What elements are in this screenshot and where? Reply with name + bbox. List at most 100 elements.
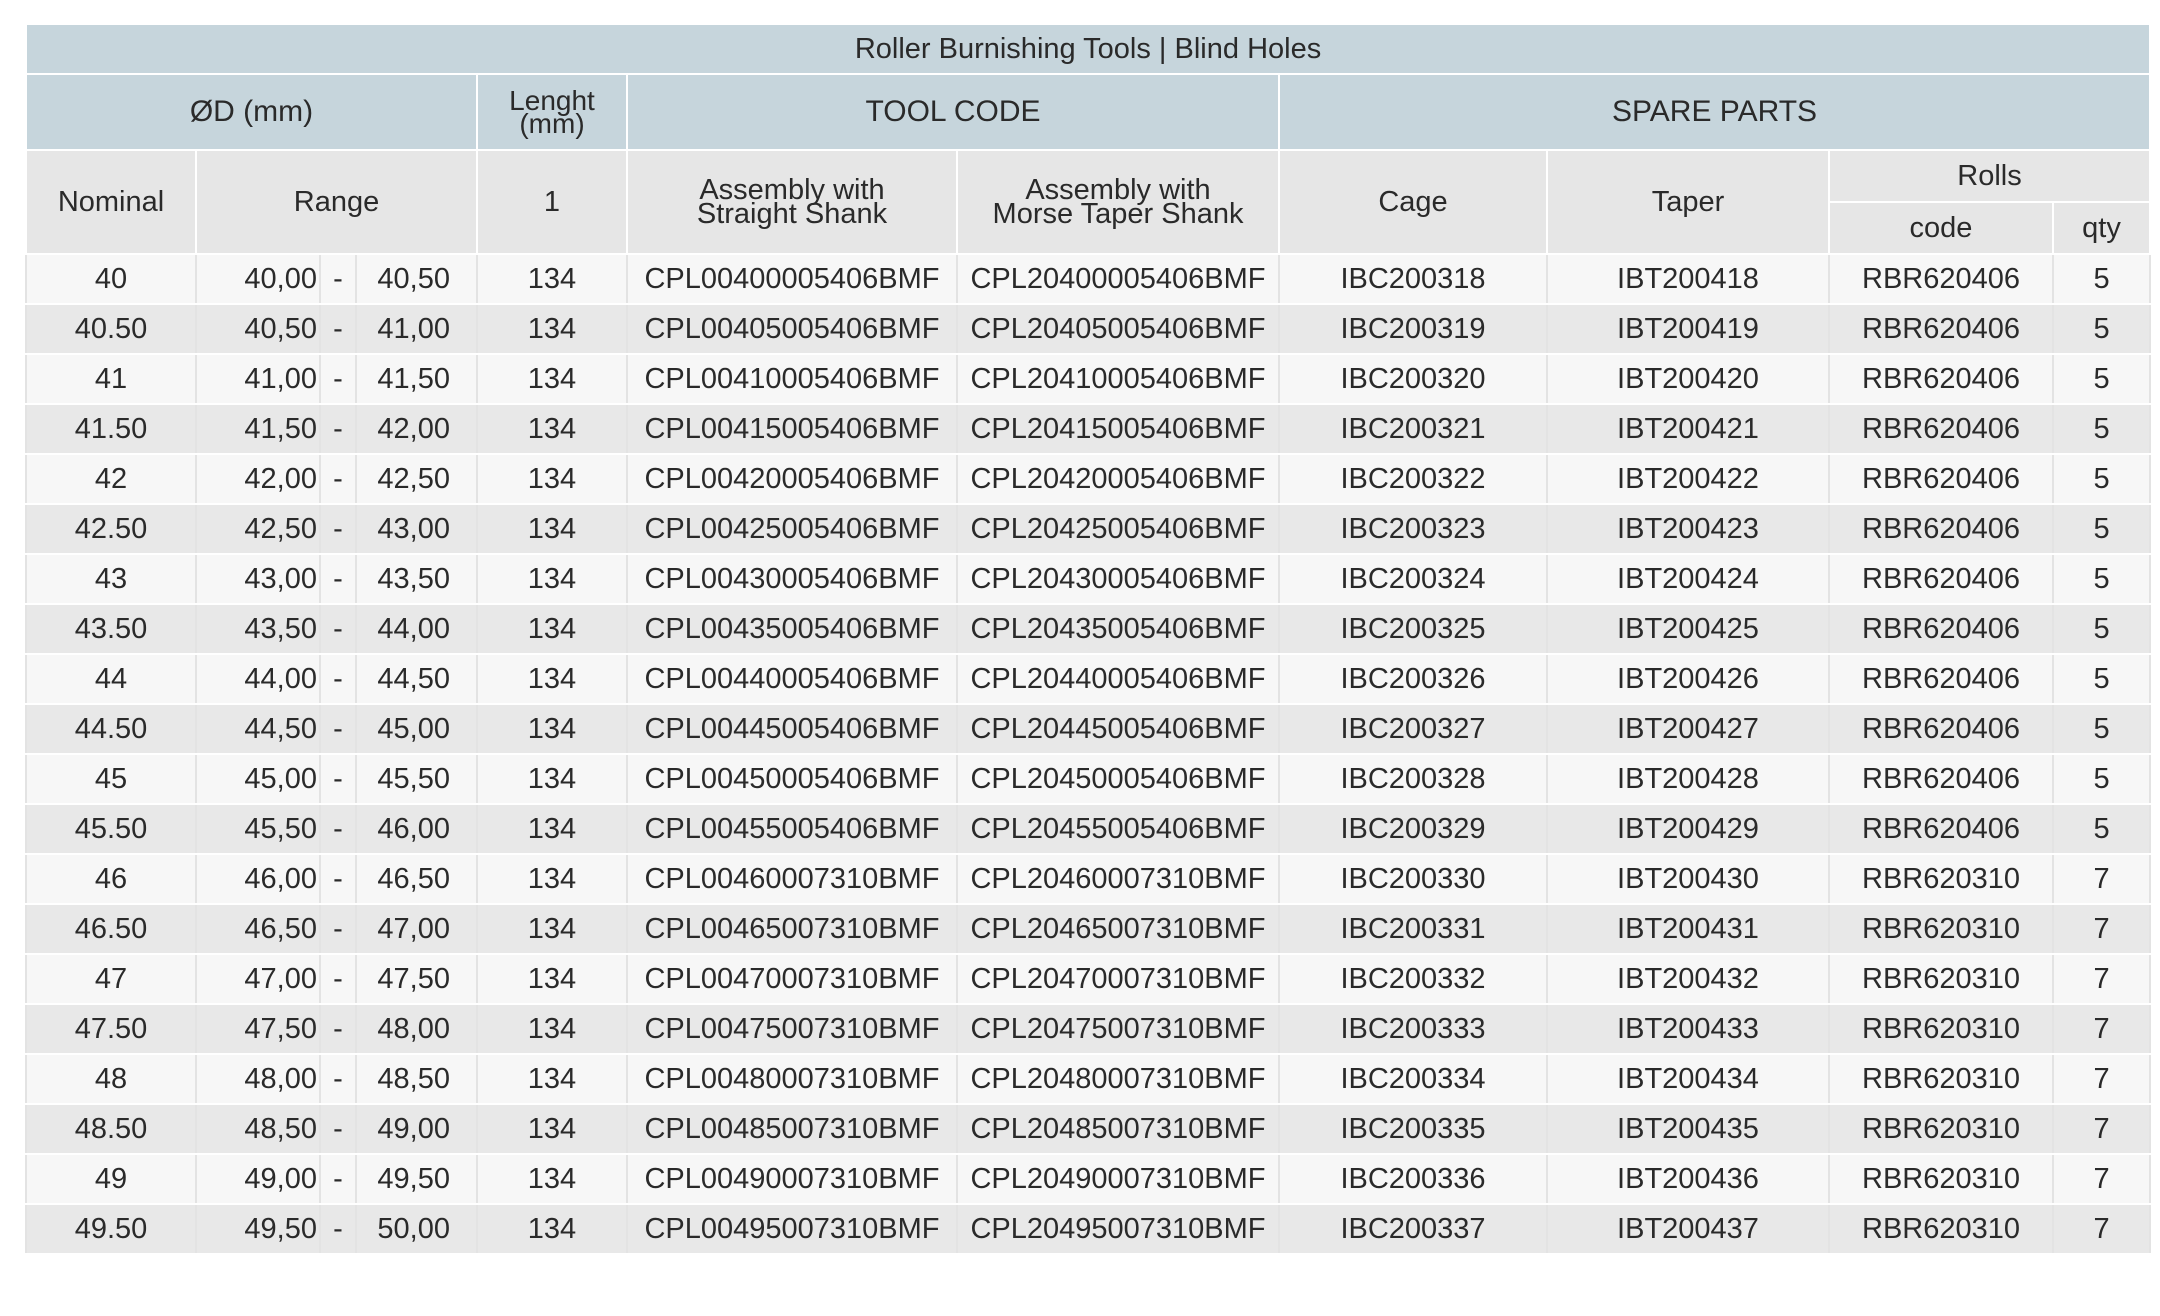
- table-row: 42 42,00 - 42,50 134 CPL00420005406BMF C…: [25, 453, 2152, 505]
- straight-shank-code-cell: CPL00490007310BMF: [626, 1153, 958, 1205]
- morse-taper-code-cell: CPL20420005406BMF: [956, 453, 1280, 505]
- table-title: Roller Burnishing Tools | Blind Holes: [24, 23, 2152, 75]
- roll-code-cell: RBR620406: [1828, 803, 2054, 855]
- straight-shank-code-cell: CPL00465007310BMF: [626, 903, 958, 955]
- table-row: 49 49,00 - 49,50 134 CPL00490007310BMF C…: [25, 1153, 2152, 1205]
- roll-qty-cell: 7: [2051, 903, 2152, 955]
- morse-taper-code-cell: CPL20460007310BMF: [956, 853, 1280, 905]
- range-dash-cell: -: [319, 903, 357, 955]
- straight-shank-code-cell: CPL00435005406BMF: [626, 603, 958, 655]
- straight-shank-code-cell: CPL00480007310BMF: [626, 1053, 958, 1105]
- range-max-cell: 44,50: [355, 653, 478, 705]
- straight-shank-code-cell: CPL00410005406BMF: [626, 353, 958, 405]
- morse-taper-code-cell: CPL20425005406BMF: [956, 503, 1280, 555]
- range-min-cell: 47,00: [195, 953, 321, 1005]
- range-min-cell: 42,00: [195, 453, 321, 505]
- roll-qty-cell: 7: [2051, 853, 2152, 905]
- table-row: 49.50 49,50 - 50,00 134 CPL00495007310BM…: [25, 1203, 2152, 1255]
- table-row: 42.50 42,50 - 43,00 134 CPL00425005406BM…: [25, 503, 2152, 555]
- table-row: 48 48,00 - 48,50 134 CPL00480007310BMF C…: [25, 1053, 2152, 1105]
- taper-code-cell: IBT200426: [1546, 653, 1830, 705]
- cage-code-cell: IBC200320: [1278, 353, 1548, 405]
- roll-qty-cell: 5: [2051, 603, 2152, 655]
- length-cell: 134: [476, 903, 628, 955]
- rolls-header: Rolls: [1827, 149, 2152, 203]
- nominal-cell: 42: [25, 453, 197, 505]
- straight-shank-header-line2: Straight Shank: [696, 198, 888, 230]
- roll-qty-cell: 5: [2051, 803, 2152, 855]
- taper-code-cell: IBT200420: [1546, 353, 1830, 405]
- taper-code-cell: IBT200418: [1546, 253, 1830, 305]
- table-body: 40 40,00 - 40,50 134 CPL00400005406BMF C…: [25, 253, 2152, 1255]
- morse-taper-code-cell: CPL20405005406BMF: [956, 303, 1280, 355]
- range-min-cell: 41,50: [195, 403, 321, 455]
- cage-code-cell: IBC200331: [1278, 903, 1548, 955]
- straight-shank-code-cell: CPL00405005406BMF: [626, 303, 958, 355]
- morse-taper-code-cell: CPL20470007310BMF: [956, 953, 1280, 1005]
- range-max-cell: 41,50: [355, 353, 478, 405]
- roll-code-cell: RBR620310: [1828, 1203, 2054, 1255]
- range-max-cell: 42,50: [355, 453, 478, 505]
- range-dash-cell: -: [319, 1153, 357, 1205]
- cage-code-cell: IBC200325: [1278, 603, 1548, 655]
- table-row: 47.50 47,50 - 48,00 134 CPL00475007310BM…: [25, 1003, 2152, 1055]
- cage-code-cell: IBC200321: [1278, 403, 1548, 455]
- taper-code-cell: IBT200424: [1546, 553, 1830, 605]
- length-cell: 134: [476, 603, 628, 655]
- morse-taper-code-cell: CPL20440005406BMF: [956, 653, 1280, 705]
- table-row: 47 47,00 - 47,50 134 CPL00470007310BMF C…: [25, 953, 2152, 1005]
- range-dash-cell: -: [319, 1053, 357, 1105]
- straight-shank-code-cell: CPL00440005406BMF: [626, 653, 958, 705]
- length-cell: 134: [476, 1153, 628, 1205]
- nominal-cell: 45.50: [25, 803, 197, 855]
- taper-code-cell: IBT200431: [1546, 903, 1830, 955]
- roll-qty-cell: 7: [2051, 1203, 2152, 1255]
- straight-shank-code-cell: CPL00470007310BMF: [626, 953, 958, 1005]
- morse-taper-code-cell: CPL20485007310BMF: [956, 1103, 1280, 1155]
- cage-code-cell: IBC200326: [1278, 653, 1548, 705]
- straight-shank-code-cell: CPL00415005406BMF: [626, 403, 958, 455]
- taper-code-cell: IBT200430: [1546, 853, 1830, 905]
- range-min-cell: 41,00: [195, 353, 321, 405]
- cage-code-cell: IBC200330: [1278, 853, 1548, 905]
- roll-qty-cell: 5: [2051, 553, 2152, 605]
- range-min-cell: 40,50: [195, 303, 321, 355]
- cage-code-cell: IBC200329: [1278, 803, 1548, 855]
- range-dash-cell: -: [319, 653, 357, 705]
- range-max-cell: 46,50: [355, 853, 478, 905]
- roll-code-cell: RBR620406: [1828, 603, 2054, 655]
- spec-table: Roller Burnishing Tools | Blind Holes ØD…: [24, 23, 2152, 1255]
- roll-code-cell: RBR620406: [1828, 703, 2054, 755]
- morse-taper-code-cell: CPL20400005406BMF: [956, 253, 1280, 305]
- roll-qty-cell: 5: [2051, 403, 2152, 455]
- taper-header: Taper: [1546, 149, 1830, 255]
- roll-code-cell: RBR620310: [1828, 953, 2054, 1005]
- range-header: Range: [195, 149, 478, 255]
- straight-shank-code-cell: CPL00430005406BMF: [626, 553, 958, 605]
- straight-shank-code-cell: CPL00475007310BMF: [626, 1003, 958, 1055]
- cage-code-cell: IBC200319: [1278, 303, 1548, 355]
- range-max-cell: 40,50: [355, 253, 478, 305]
- taper-code-cell: IBT200421: [1546, 403, 1830, 455]
- morse-taper-code-cell: CPL20495007310BMF: [956, 1203, 1280, 1255]
- range-max-cell: 44,00: [355, 603, 478, 655]
- straight-shank-code-cell: CPL00495007310BMF: [626, 1203, 958, 1255]
- nominal-cell: 40: [25, 253, 197, 305]
- nominal-cell: 46.50: [25, 903, 197, 955]
- range-dash-cell: -: [319, 403, 357, 455]
- table-row: 46 46,00 - 46,50 134 CPL00460007310BMF C…: [25, 853, 2152, 905]
- roll-code-cell: RBR620406: [1828, 653, 2054, 705]
- taper-code-cell: IBT200428: [1546, 753, 1830, 805]
- roll-qty-cell: 5: [2051, 453, 2152, 505]
- range-min-cell: 44,00: [195, 653, 321, 705]
- length-cell: 134: [476, 803, 628, 855]
- cage-code-cell: IBC200337: [1278, 1203, 1548, 1255]
- length-header-line2: (mm): [519, 108, 585, 139]
- morse-taper-code-cell: CPL20445005406BMF: [956, 703, 1280, 755]
- range-max-cell: 41,00: [355, 303, 478, 355]
- range-min-cell: 46,00: [195, 853, 321, 905]
- nominal-header: Nominal: [25, 149, 197, 255]
- taper-code-cell: IBT200435: [1546, 1103, 1830, 1155]
- roll-qty-cell: 5: [2051, 253, 2152, 305]
- roll-code-cell: RBR620406: [1828, 303, 2054, 355]
